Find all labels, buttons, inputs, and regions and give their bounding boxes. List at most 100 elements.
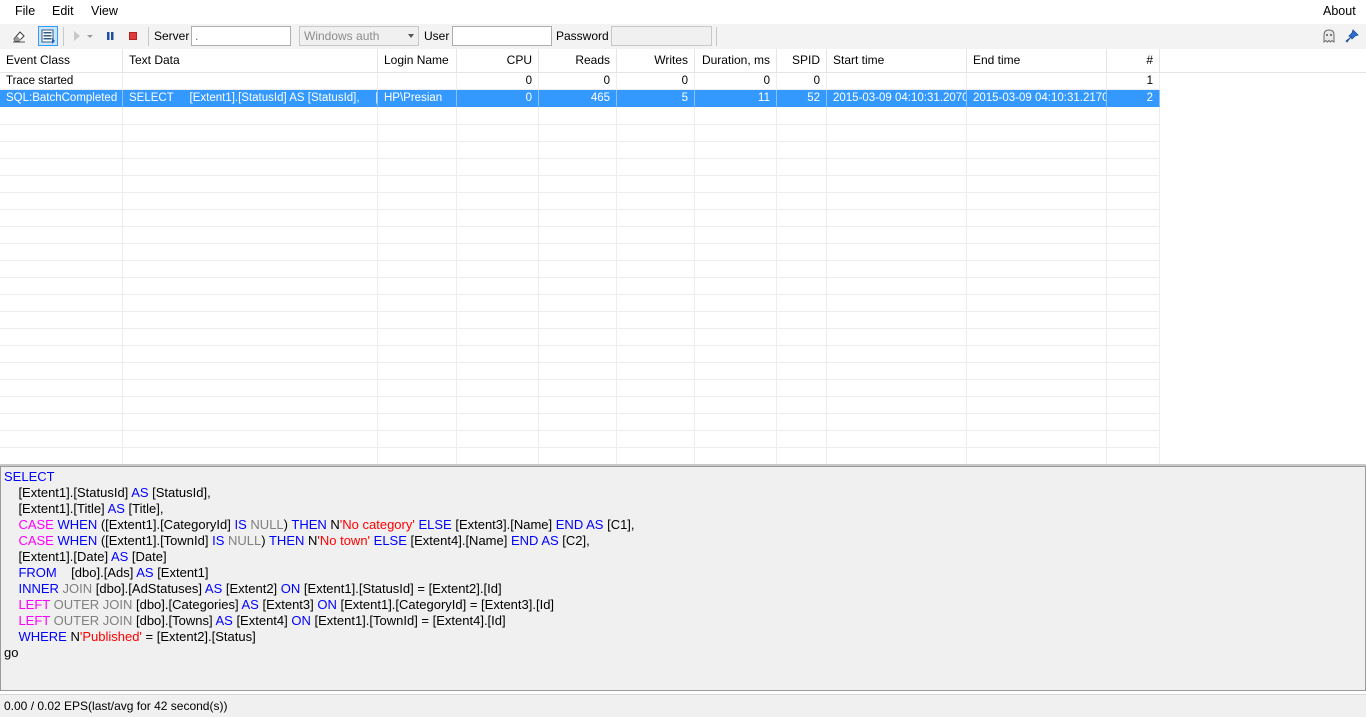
- cell-event-class: Trace started: [0, 73, 123, 90]
- grid-line: [0, 396, 1160, 397]
- sql-keyword: THEN: [291, 517, 327, 532]
- stop-icon: [129, 32, 137, 40]
- cell-login-name: HP\Presian: [378, 90, 457, 107]
- sql-keyword: AS: [241, 597, 259, 612]
- menu-edit[interactable]: Edit: [52, 4, 74, 18]
- sql-text-fragment: [C2],: [558, 533, 590, 548]
- ghost-button[interactable]: [1319, 26, 1339, 46]
- sql-keyword: WHEN: [57, 517, 98, 532]
- sql-text-fragment: N: [326, 517, 340, 532]
- toolbar-separator: [148, 27, 149, 46]
- clear-trace-button[interactable]: [9, 26, 29, 46]
- sql-keyword: ON: [280, 581, 301, 596]
- sql-keyword: SELECT: [4, 469, 55, 484]
- sql-keyword: JOIN: [62, 581, 93, 596]
- sql-keyword: ON: [291, 613, 311, 628]
- column-header-writes[interactable]: Writes: [617, 49, 695, 72]
- grid-line: [0, 379, 1160, 380]
- sql-keyword: ELSE: [373, 533, 407, 548]
- grid-line: [0, 311, 1160, 312]
- column-header-row-number[interactable]: #: [1107, 49, 1160, 72]
- auth-select-value: Windows auth: [304, 29, 380, 43]
- sql-keyword: AS: [586, 517, 604, 532]
- sql-text-fragment: [C1],: [603, 517, 635, 532]
- pause-trace-button[interactable]: [100, 26, 120, 46]
- grid-line: [0, 175, 1160, 176]
- sql-text-fragment: ([Extent1].[CategoryId]: [97, 517, 235, 532]
- user-label: User: [424, 29, 450, 43]
- sql-text-fragment: [Extent1].[TownId] = [Extent4].[Id]: [310, 613, 506, 628]
- cell-spid: 52: [777, 90, 827, 107]
- grid-line: [1106, 107, 1107, 464]
- autoscroll-button[interactable]: [38, 26, 58, 46]
- ghost-icon: [1323, 29, 1335, 43]
- column-header-text-data[interactable]: Text Data: [123, 49, 378, 72]
- grid-line: [0, 447, 1160, 448]
- sql-keyword: NULL: [228, 533, 262, 548]
- cell-end-time: 2015-03-09 04:10:31.2170: [967, 90, 1107, 107]
- grid-line: [0, 294, 1160, 295]
- grid-line: [616, 107, 617, 464]
- sql-text-fragment: [dbo].[Towns]: [132, 613, 216, 628]
- sql-text-fragment: [Extent3].[Name]: [451, 517, 556, 532]
- grid-line: [1159, 107, 1160, 464]
- sql-keyword: AS: [136, 565, 154, 580]
- column-header-reads[interactable]: Reads: [539, 49, 617, 72]
- grid-line: [0, 209, 1160, 210]
- menu-file[interactable]: File: [15, 4, 35, 18]
- column-header-event-class[interactable]: Event Class: [0, 49, 123, 72]
- play-icon: [74, 31, 80, 41]
- table-row-selected[interactable]: SQL:BatchCompleted SELECT [Extent1].[Sta…: [0, 90, 1160, 107]
- sql-text-fragment: [Extent1].[CategoryId] = [Extent3].[Id]: [336, 597, 555, 612]
- user-input[interactable]: [452, 26, 552, 46]
- cell-event-class: SQL:BatchCompleted: [0, 90, 123, 107]
- grid-line: [0, 124, 1160, 125]
- grid-line: [0, 345, 1160, 346]
- column-header-end-time[interactable]: End time: [967, 49, 1107, 72]
- grid-line: [0, 362, 1160, 363]
- grid-line: [0, 413, 1160, 414]
- sql-text-fragment: [Extent4].[Name]: [406, 533, 511, 548]
- menu-view[interactable]: View: [91, 4, 118, 18]
- toolbar-separator: [63, 27, 64, 46]
- stop-trace-button[interactable]: [123, 26, 143, 46]
- grid-line: [0, 260, 1160, 261]
- grid-line: [377, 107, 378, 464]
- column-header-start-time[interactable]: Start time: [827, 49, 967, 72]
- server-input[interactable]: [191, 26, 291, 46]
- dropdown-arrow-icon: [87, 35, 93, 38]
- cell-row-number: 2: [1107, 90, 1160, 107]
- sql-text-fragment: [dbo].[Categories]: [132, 597, 242, 612]
- column-header-cpu[interactable]: CPU: [457, 49, 539, 72]
- grid-line: [456, 107, 457, 464]
- grid-header: Event Class Text Data Login Name CPU Rea…: [0, 49, 1366, 73]
- sql-string: 'No category': [339, 517, 415, 532]
- cell-text-data: SELECT [Extent1].[StatusId] AS [StatusId…: [123, 90, 378, 107]
- sql-text-pane[interactable]: SELECT [Extent1].[StatusId] AS [StatusId…: [0, 466, 1366, 691]
- sql-keyword: OUTER JOIN: [53, 613, 133, 628]
- table-row[interactable]: Trace started 0 0 0 0 0 1: [0, 73, 1160, 90]
- sql-text-fragment: N: [66, 629, 80, 644]
- column-header-duration[interactable]: Duration, ms: [695, 49, 777, 72]
- cell-reads: 465: [539, 90, 617, 107]
- auth-select[interactable]: Windows auth: [299, 26, 419, 46]
- cell-login-name: [378, 73, 457, 90]
- column-header-login-name[interactable]: Login Name: [378, 49, 457, 72]
- grid-line: [538, 107, 539, 464]
- grid-line: [966, 107, 967, 464]
- sql-text-fragment: [Title],: [124, 501, 164, 516]
- sql-text-fragment: [Extent1]: [153, 565, 209, 580]
- password-input[interactable]: [611, 26, 712, 46]
- sql-keyword: END: [555, 517, 584, 532]
- sql-keyword: AS: [107, 501, 125, 516]
- sql-keyword: AS: [215, 613, 233, 628]
- start-options-dropdown[interactable]: [84, 26, 96, 46]
- sql-text-fragment: [Extent4]: [232, 613, 292, 628]
- cell-writes: 5: [617, 90, 695, 107]
- grid-line: [0, 277, 1160, 278]
- column-header-spid[interactable]: SPID: [777, 49, 827, 72]
- grid-line: [0, 328, 1160, 329]
- menu-about[interactable]: About: [1323, 4, 1356, 18]
- password-label: Password: [556, 29, 609, 43]
- pin-button[interactable]: [1342, 26, 1362, 46]
